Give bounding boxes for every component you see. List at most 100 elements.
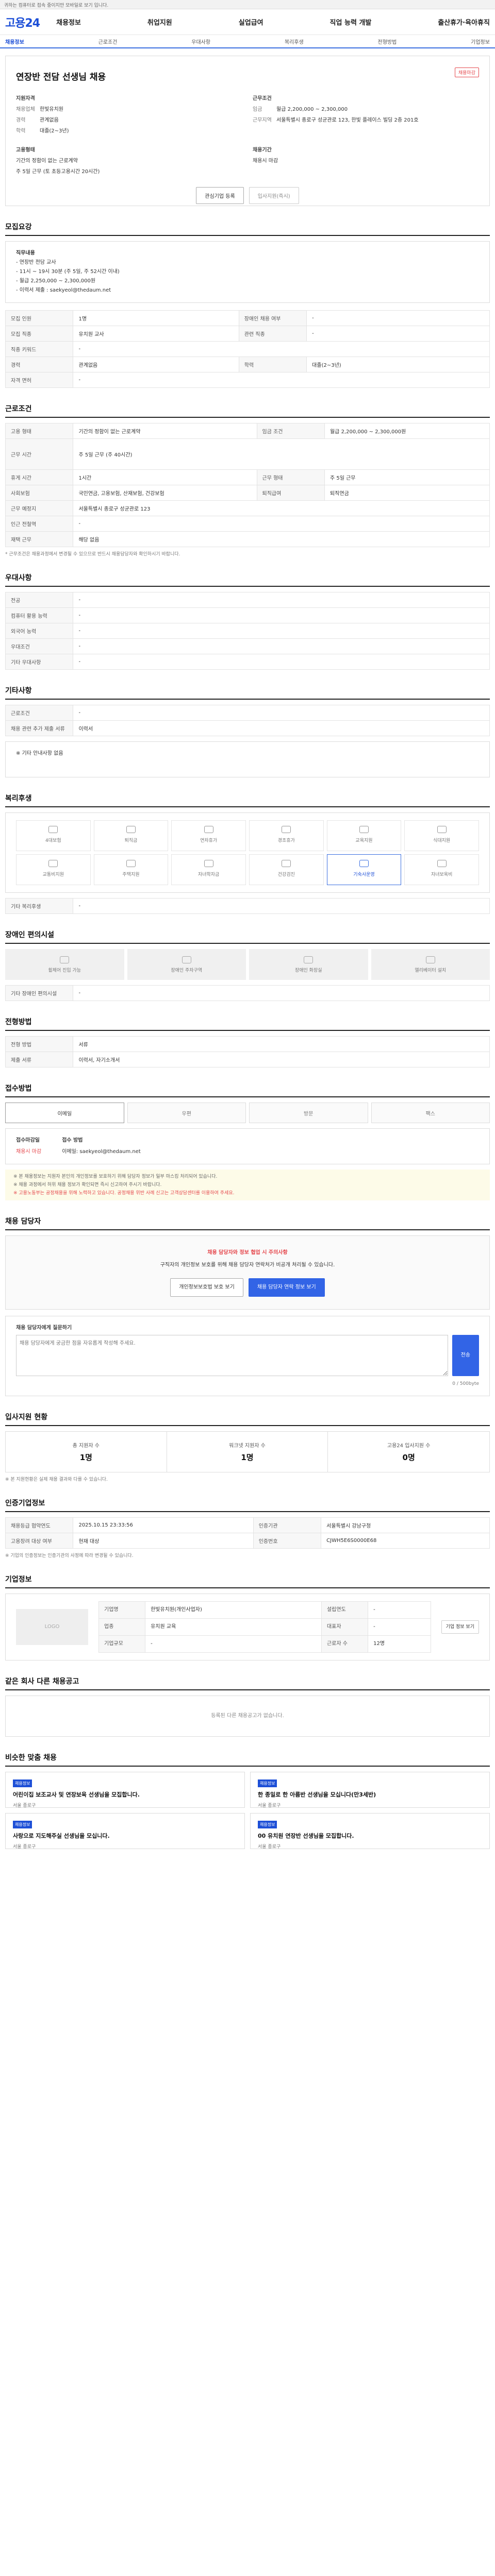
- table-header-cell: 기업규모: [98, 1635, 146, 1653]
- inquiry-textarea[interactable]: [16, 1335, 448, 1376]
- education: 대졸(2~3년): [40, 128, 69, 134]
- table-cell: 현재 대상: [73, 1533, 254, 1549]
- table-cell: 유치원 교사: [73, 326, 239, 342]
- company-box: LOGO 기업명 한빛유치원(개인사업자) 설립연도 - 업종 유치원 교육 대표자 - 기…: [5, 1594, 490, 1660]
- table-header-cell: 퇴직급여: [256, 485, 325, 501]
- label: 임금: [253, 107, 262, 112]
- welfare-item: 교통비지원: [16, 854, 91, 885]
- facility-grid: 휠체어 진입 가능 장애인 주차구역 장애인 화장실 엘리베이터 설치: [5, 949, 490, 980]
- welfare-item: 건강검진: [249, 854, 324, 885]
- work-type: 기간의 정함이 없는 근로계약: [16, 158, 78, 164]
- section-title: 기타사항: [5, 685, 490, 700]
- table-header-cell: 설립연도: [321, 1601, 369, 1619]
- table-cell: 서류: [73, 1036, 490, 1052]
- desc-line: - 이력서 제출 : saekyeol@thedaum.net: [16, 287, 111, 293]
- wheelchair-icon: [60, 956, 70, 963]
- send-button[interactable]: 전송: [452, 1335, 479, 1376]
- facility-item: 엘리베이터 설치: [371, 949, 490, 980]
- welfare-item: 4대보험: [16, 820, 91, 851]
- group-title: 지원자격: [16, 96, 35, 101]
- recommend-card[interactable]: 채용정보 00 유치원 연장반 선생님을 모집합니다. 서울 종로구: [250, 1813, 490, 1850]
- benefit-icon: [48, 860, 58, 867]
- table-cell: -: [73, 985, 490, 1001]
- status-badge: 채용마감: [454, 67, 479, 77]
- table-cell: -: [368, 1618, 431, 1636]
- table-header-cell: 근로자 수: [321, 1635, 369, 1653]
- table-cell: 한빛유치원(개인사업자): [145, 1601, 322, 1619]
- table-header-cell: 기업명: [98, 1601, 146, 1619]
- section-title: 입사지원 현황: [5, 1412, 490, 1426]
- company-info-button[interactable]: 기업 정보 보기: [441, 1620, 479, 1634]
- facility-item: 장애인 주차구역: [127, 949, 246, 980]
- table-header-cell: 사회보험: [5, 485, 74, 501]
- method-fax[interactable]: 팩스: [371, 1103, 490, 1123]
- label: 채용업체: [16, 107, 35, 112]
- table-header-cell: 고용장려 대상 여부: [5, 1533, 74, 1549]
- menu-item[interactable]: 출산휴가·육아휴직: [438, 17, 490, 27]
- apply-button[interactable]: 입사지원(즉시): [249, 187, 299, 204]
- table-cell: 대졸(2~3년): [306, 357, 490, 372]
- contact-info-button[interactable]: 채용 담당자 연락 정보 보기: [248, 1278, 325, 1297]
- welfare-item: 식대지원: [404, 820, 479, 851]
- apply-method-grid: 이메일 우편 방문 팩스: [5, 1103, 490, 1123]
- tab-company[interactable]: 기업정보: [471, 38, 490, 45]
- tab-detail[interactable]: 채용정보: [5, 38, 24, 45]
- table-cell: CJWH5E6S0000E68: [321, 1533, 490, 1549]
- company-table: 기업명 한빛유치원(개인사업자) 설립연도 - 업종 유치원 교육 대표자 - 기업규모 - 근…: [98, 1601, 431, 1653]
- recommend-grid: 채용정보 어린이집 보조교사 및 연장보육 선생님을 모집합니다. 서울 종로구 채…: [5, 1772, 490, 1850]
- company-name[interactable]: 한빛유치원: [40, 105, 63, 112]
- method-visit[interactable]: 방문: [249, 1103, 368, 1123]
- table-header-cell: 모집 직종: [5, 326, 74, 342]
- method-email[interactable]: 이메일: [5, 1103, 124, 1123]
- tab-welfare[interactable]: 복리후생: [285, 38, 304, 45]
- tab-condition[interactable]: 근로조건: [98, 38, 118, 45]
- table-cell: 기간의 정함이 없는 근로계약: [73, 423, 257, 439]
- desc-line: - 11시 ~ 19시 30분 (주 5일, 주 52시간 이내): [16, 269, 120, 275]
- method-post[interactable]: 우편: [127, 1103, 246, 1123]
- privacy-button[interactable]: 개인정보보호법 보호 보기: [170, 1278, 243, 1297]
- section-title: 전형방법: [5, 1016, 490, 1031]
- table-header-cell: 장애인 채용 여부: [238, 310, 307, 326]
- recommend-card[interactable]: 채용정보 한 종일로 한 아름반 선생님을 모십니다(만3세반) 서울 종로구: [250, 1772, 490, 1808]
- recommend-card[interactable]: 채용정보 어린이집 보조교사 및 연장보육 선생님을 모집합니다. 서울 종로구: [5, 1772, 245, 1808]
- table-cell: 퇴직연금: [324, 485, 490, 501]
- menu-item[interactable]: 취업지원: [147, 17, 172, 27]
- bookmark-button[interactable]: 관심기업 등록: [196, 187, 244, 204]
- inquiry-box: 채용 담당자에게 질문하기 전송 0 / 500byte: [5, 1316, 490, 1396]
- method-box: 접수마감일 채용시 마감 접수 방법 이메일: saekyeol@thedaum.n…: [5, 1128, 490, 1164]
- benefit-icon: [437, 860, 447, 867]
- table-cell: 주 5일 근무: [324, 469, 490, 485]
- table-header-cell: 기타 우대사항: [5, 654, 74, 670]
- tab-prefer[interactable]: 우대사항: [191, 38, 210, 45]
- menu-item[interactable]: 채용정보: [56, 17, 81, 27]
- menu-item[interactable]: 직업 능력 개발: [330, 17, 372, 27]
- table-header-cell: 임금 조건: [256, 423, 325, 439]
- welfare-item: 연차휴가: [171, 820, 246, 851]
- benefit-icon: [126, 826, 136, 833]
- stats-grid: 총 지원자 수 1명 워크넷 지원자 수 1명 고용24 입사지원 수 0명: [5, 1431, 490, 1472]
- table-cell: 이력서: [73, 720, 490, 736]
- table-header-cell: 학력: [238, 357, 307, 372]
- menu-item[interactable]: 실업급여: [239, 17, 263, 27]
- table-cell: -: [73, 898, 490, 914]
- location: 서울특별시 종로구 성균관로 123, 한빛 플레이스 빌딩 2층 201호: [276, 117, 419, 123]
- site-logo[interactable]: 고용24: [5, 14, 40, 30]
- benefit-icon: [282, 860, 291, 867]
- conditions-table: 고용 형태 기간의 정함이 없는 근로계약 임금 조건 월급 2,200,000 ~ …: [5, 423, 490, 547]
- benefit-icon: [437, 826, 447, 833]
- welfare-item: 경조휴가: [249, 820, 324, 851]
- table-header-cell: 인증번호: [253, 1533, 322, 1549]
- table-cell: -: [73, 607, 490, 623]
- recommend-card[interactable]: 채용정보 사랑으로 지도해주실 선생님을 모십니다. 서울 종로구: [5, 1813, 245, 1850]
- table-header-cell: 채용 관련 추가 제출 서류: [5, 720, 74, 736]
- table-cell: -: [73, 372, 490, 388]
- section-title: 기업정보: [5, 1574, 490, 1588]
- tab-process[interactable]: 전형방법: [378, 38, 397, 45]
- benefit-icon: [204, 826, 213, 833]
- label: 경력: [16, 117, 26, 123]
- table-header-cell: 우대조건: [5, 638, 74, 654]
- welfare-item: 주택지원: [93, 854, 169, 885]
- table-header-cell: 대표자: [321, 1618, 369, 1636]
- facility-etc-table: 기타 장애인 편의시설 -: [5, 985, 490, 1001]
- section-title: 근로조건: [5, 403, 490, 418]
